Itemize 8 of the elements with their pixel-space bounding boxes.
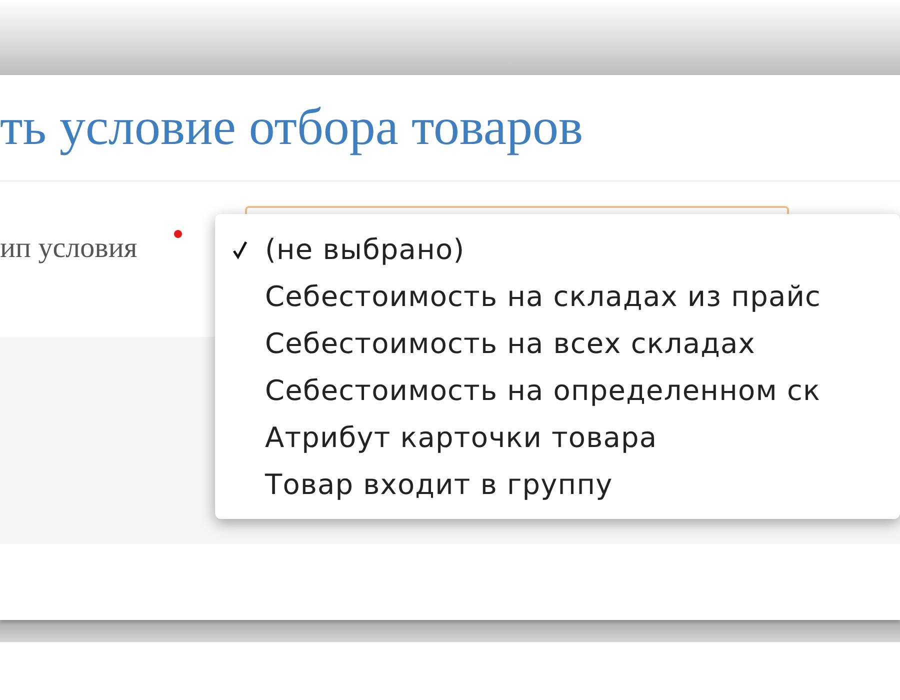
dropdown-option[interactable]: Себестоимость на всех складах [265, 327, 756, 360]
dropdown-option[interactable]: Товар входит в группу [265, 468, 613, 501]
dropdown-option[interactable]: Себестоимость на определенном ск [265, 374, 820, 407]
field-label: ип условия [0, 232, 138, 265]
dropdown-option[interactable]: Атрибут карточки товара [265, 421, 658, 454]
dialog-title: ть условие отбора товаров [0, 98, 584, 157]
dropdown-option[interactable]: Себестоимость на складах из прайс [265, 280, 821, 313]
dropdown-option[interactable]: (не выбрано) [265, 233, 465, 266]
